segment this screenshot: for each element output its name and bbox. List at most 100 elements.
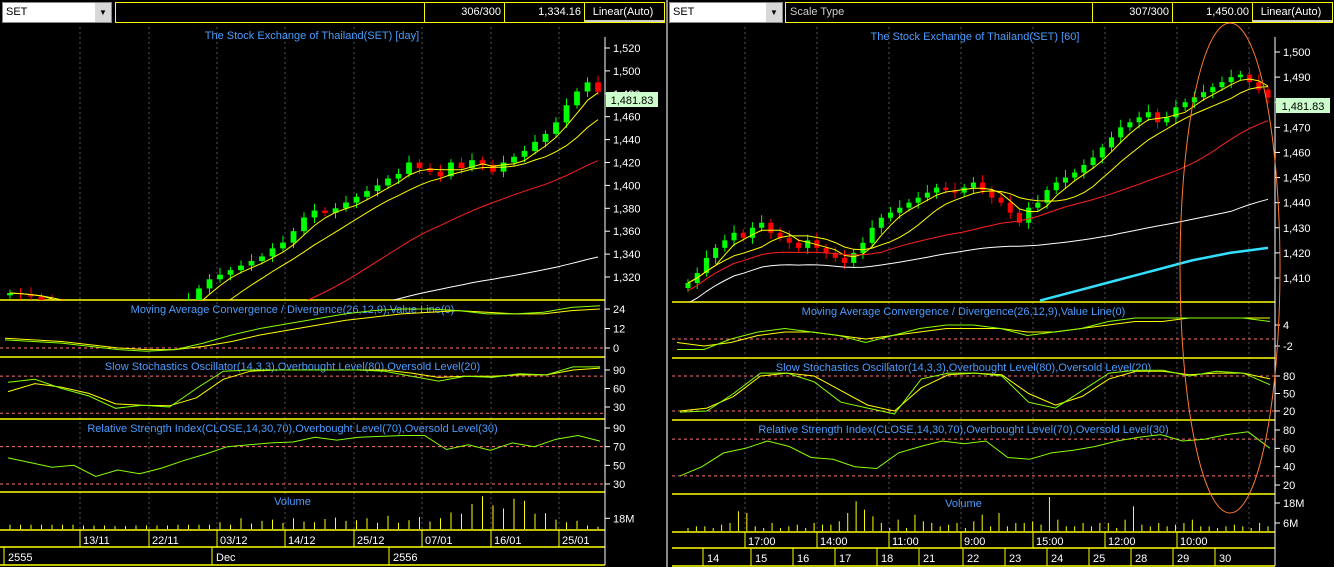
price-axis-label: 1,360: [613, 226, 641, 238]
candle-up: [542, 133, 549, 142]
time-axis-label: 25/01: [562, 535, 590, 547]
candle-up: [713, 247, 719, 258]
candle-up: [1145, 112, 1151, 118]
rsi-axis-label: 60: [1283, 443, 1295, 455]
candle-up: [374, 185, 381, 192]
ma-long-white-line: [391, 256, 599, 300]
candle-up: [749, 227, 755, 238]
period-axis-label: Dec: [216, 552, 236, 564]
stochastic-axis-label: 20: [1283, 406, 1295, 418]
period-axis-label: 15: [755, 553, 767, 565]
price-axis-label: 1,450: [1283, 173, 1311, 185]
candle-down: [102, 323, 108, 328]
price-axis-label: 1,500: [613, 66, 641, 78]
rsi-title: Relative Strength Index(CLOSE,14,30,70),…: [87, 423, 497, 435]
candle-up: [1081, 165, 1087, 173]
candle-up: [238, 265, 244, 271]
candle-up: [1237, 74, 1243, 78]
rsi-axis-label: 50: [613, 460, 625, 472]
candle-down: [91, 321, 97, 323]
price-axis-label: 1,440: [1283, 198, 1311, 210]
candle-up: [364, 191, 370, 197]
price-axis-label: 1,460: [613, 112, 641, 124]
left-last-price: 1,481.83: [611, 95, 654, 107]
price-axis-label: 1,410: [1283, 273, 1311, 285]
period-axis-label: 25: [1093, 553, 1105, 565]
stochastic-title: Slow Stochastics Oscillator(14,3,3),Over…: [105, 361, 480, 373]
candle-up: [154, 325, 160, 332]
candle-up: [915, 197, 921, 203]
candle-up: [385, 178, 391, 186]
stock-charts[interactable]: 1,5201,5001,4801,4601,4401,4201,4001,380…: [0, 0, 1334, 567]
candle-down: [998, 197, 1004, 203]
stochastic-axis-label: 30: [613, 402, 625, 414]
candle-up: [353, 196, 360, 203]
candle-up: [1127, 122, 1133, 128]
time-axis-label: 03/12: [220, 535, 248, 547]
rsi-axis-label: 70: [613, 442, 625, 454]
stochastic-d-line: [679, 370, 1271, 412]
macd-title: Moving Average Convergence / Divergence(…: [131, 304, 455, 316]
candle-up: [1210, 87, 1216, 93]
candle-down: [1256, 82, 1262, 90]
candle-up: [196, 288, 202, 300]
rsi-axis-label: 80: [1283, 425, 1295, 437]
candle-up: [1026, 207, 1032, 223]
candle-up: [685, 283, 691, 289]
rsi-axis-label: 40: [1283, 462, 1295, 474]
candle-up: [970, 182, 976, 188]
candle-up: [1182, 102, 1188, 108]
candle-up: [532, 141, 538, 152]
ma-medium-line: [687, 86, 1269, 284]
candle-down: [60, 306, 66, 312]
time-axis-label: 14/12: [288, 535, 316, 547]
candle-up: [206, 279, 213, 289]
candle-up: [248, 260, 255, 266]
macd-axis-label: 12: [613, 324, 625, 336]
candle-down: [458, 162, 465, 169]
candle-down: [795, 242, 802, 248]
candle-up: [731, 232, 737, 241]
candle-up: [878, 217, 884, 228]
rsi-axis-label: 20: [1283, 480, 1295, 492]
macd-axis-label: 0: [613, 343, 619, 355]
macd-axis-label: -2: [1283, 341, 1293, 353]
rsi-line: [7, 434, 601, 478]
candle-up: [1090, 157, 1096, 165]
stochastic-axis-label: 50: [1283, 388, 1295, 400]
rsi-axis-label: 30: [613, 479, 625, 491]
time-axis-label: 25/12: [357, 535, 385, 547]
candle-up: [217, 274, 223, 280]
left-chart-title: The Stock Exchange of Thailand(SET) [day…: [205, 30, 419, 42]
candle-down: [823, 247, 829, 253]
stochastic-axis-label: 80: [1283, 371, 1295, 383]
candle-up: [1053, 182, 1059, 191]
candle-down: [1265, 89, 1271, 98]
volume-title: Volume: [945, 498, 982, 510]
price-axis-label: 1,460: [1283, 147, 1311, 159]
candle-up: [934, 187, 940, 193]
ma-long-line: [1039, 246, 1269, 302]
price-axis-label: 1,320: [613, 272, 641, 284]
price-axis-label: 1,500: [1283, 47, 1311, 59]
time-axis-label: 17:00: [748, 536, 776, 548]
candle-down: [1154, 112, 1161, 123]
period-axis-label: 22: [967, 553, 979, 565]
period-axis-label: 28: [1135, 553, 1147, 565]
price-axis-label: 1,440: [613, 135, 641, 147]
stochastic-k-line: [7, 366, 600, 409]
candle-down: [70, 311, 76, 317]
time-axis-label: 16/01: [494, 535, 522, 547]
chart-separator: [666, 0, 668, 567]
candle-up: [1035, 202, 1041, 208]
stochastic-k-line: [679, 369, 1271, 415]
period-axis-label: 18: [881, 553, 893, 565]
candle-up: [906, 202, 912, 208]
candle-up: [1072, 172, 1078, 178]
candle-down: [943, 187, 949, 191]
candle-up: [269, 248, 276, 257]
candle-up: [584, 82, 591, 92]
period-axis-label: 23: [1009, 553, 1021, 565]
candle-up: [1118, 127, 1124, 138]
candle-up: [1062, 177, 1068, 183]
